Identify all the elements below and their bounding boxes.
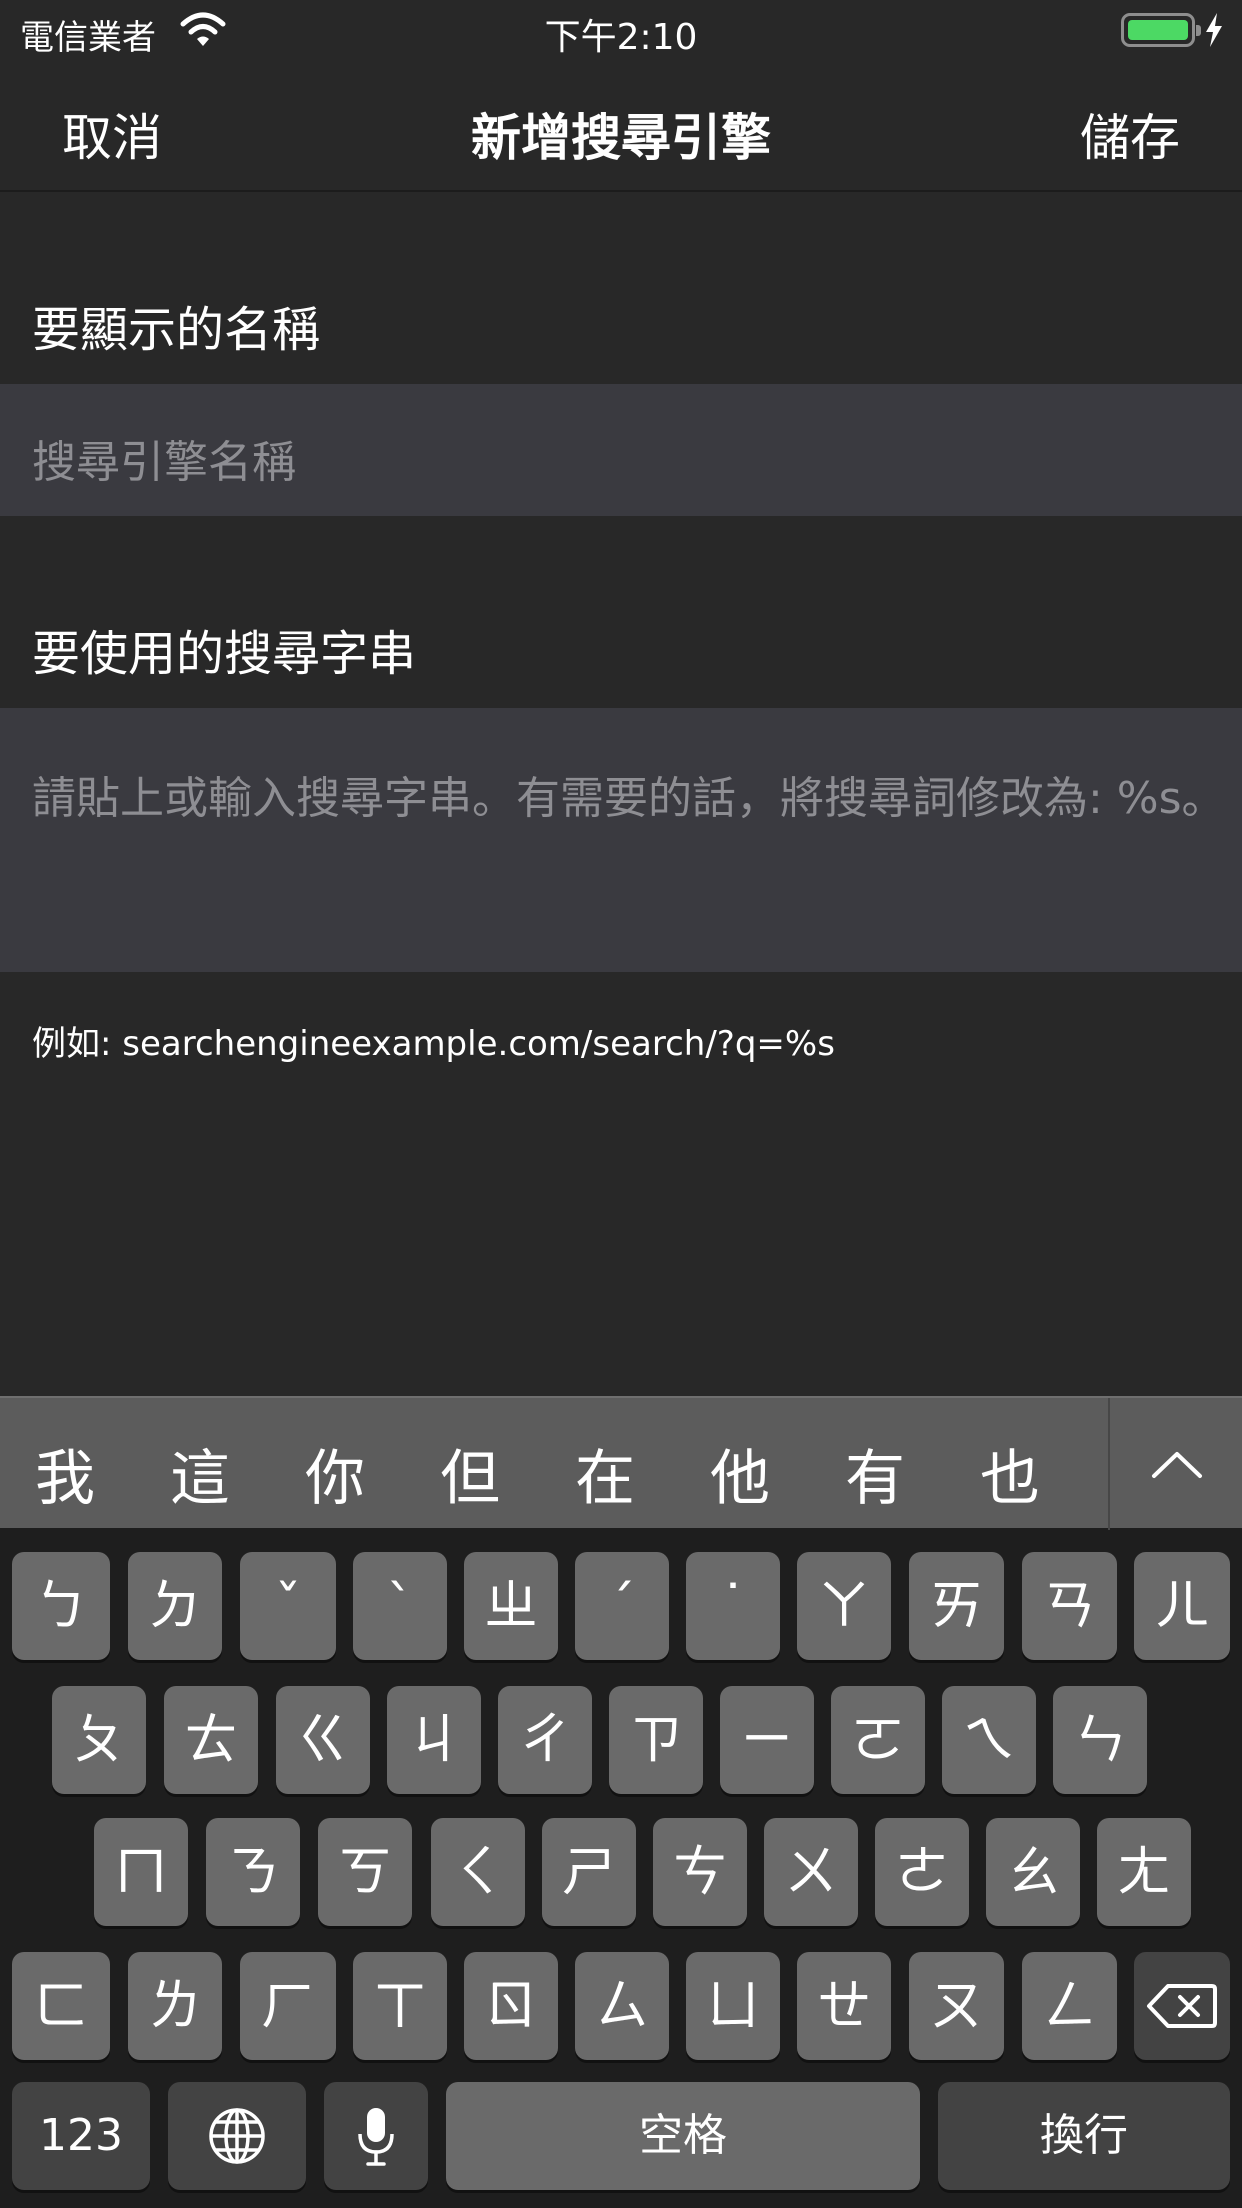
key-an[interactable]: ㄢ <box>1022 1552 1117 1660</box>
key-d[interactable]: ㄉ <box>128 1552 222 1660</box>
delete-icon <box>1147 1984 1217 2028</box>
key-u[interactable]: ㄨ <box>764 1818 858 1926</box>
key-j[interactable]: ㄐ <box>387 1686 481 1794</box>
key-ei[interactable]: ㄟ <box>942 1686 1036 1794</box>
key-q[interactable]: ㄑ <box>431 1818 525 1926</box>
key-s[interactable]: ㄙ <box>575 1952 669 2060</box>
candidate-word[interactable]: 這 <box>155 1430 245 1517</box>
key-c[interactable]: ㄘ <box>653 1818 747 1926</box>
delete-key[interactable] <box>1134 1952 1230 2060</box>
search-string-placeholder: 請貼上或輸入搜尋字串。有需要的話，將搜尋詞修改為: %s。 <box>32 773 1226 824</box>
key-l[interactable]: ㄌ <box>128 1952 222 2060</box>
search-string-example: 例如: searchengineexample.com/search/?q=%s <box>32 1024 835 1064</box>
status-time: 下午2:10 <box>544 17 698 58</box>
candidate-word[interactable]: 我 <box>20 1430 110 1517</box>
candidate-word[interactable]: 他 <box>695 1430 785 1517</box>
key-ao[interactable]: ㄠ <box>986 1818 1080 1926</box>
space-key[interactable]: 空格 <box>446 2082 920 2190</box>
key-sh[interactable]: ㄕ <box>542 1818 636 1926</box>
key-g[interactable]: ㄍ <box>276 1686 370 1794</box>
microphone-icon <box>358 2108 394 2166</box>
key-o[interactable]: ㄛ <box>831 1686 925 1794</box>
globe-key[interactable] <box>168 2082 306 2190</box>
key-h[interactable]: ㄏ <box>240 1952 336 2060</box>
key-n[interactable]: ㄋ <box>206 1818 300 1926</box>
save-button[interactable]: 儲存 <box>1080 98 1180 170</box>
key-e[interactable]: ㄜ <box>875 1818 969 1926</box>
key-t[interactable]: ㄊ <box>164 1686 258 1794</box>
key-en[interactable]: ㄣ <box>1053 1686 1147 1794</box>
key-f[interactable]: ㄈ <box>12 1952 110 2060</box>
key-tone5[interactable]: ˙ <box>686 1552 780 1660</box>
charging-bolt-icon <box>1206 13 1222 47</box>
candidate-word[interactable]: 有 <box>830 1430 920 1517</box>
key-ai[interactable]: ㄞ <box>909 1552 1004 1660</box>
key-tone3[interactable]: ˇ <box>240 1552 336 1660</box>
battery-icon <box>1121 13 1201 47</box>
candidate-divider <box>1108 1398 1110 1530</box>
globe-icon <box>209 2108 265 2164</box>
key-er[interactable]: ㄦ <box>1134 1552 1230 1660</box>
search-string-section-header: 要使用的搜尋字串 <box>32 626 417 682</box>
candidate-word[interactable]: 你 <box>290 1430 380 1517</box>
key-p[interactable]: ㄆ <box>52 1686 146 1794</box>
numbers-key[interactable]: 123 <box>12 2082 150 2190</box>
key-a[interactable]: ㄚ <box>797 1552 891 1660</box>
key-k[interactable]: ㄎ <box>318 1818 412 1926</box>
candidate-word[interactable]: 在 <box>560 1430 650 1517</box>
chevron-up-icon[interactable] <box>1150 1438 1204 1492</box>
return-key[interactable]: 換行 <box>938 2082 1230 2190</box>
key-i[interactable]: ㄧ <box>720 1686 814 1794</box>
key-eng[interactable]: ㄥ <box>1022 1952 1117 2060</box>
dictation-key[interactable] <box>324 2082 428 2190</box>
key-ang[interactable]: ㄤ <box>1097 1818 1191 1926</box>
zhuyin-keyboard: 我 這 你 但 在 他 有 也 ㄅ ㄉ ˇ ˋ ㄓ ˊ ˙ ㄚ ㄞ ㄢ ㄦ ㄆ … <box>0 1396 1242 2208</box>
key-tone2[interactable]: ˊ <box>575 1552 669 1660</box>
key-eh[interactable]: ㄝ <box>797 1952 891 2060</box>
key-z[interactable]: ㄗ <box>609 1686 703 1794</box>
navigation-bar: 取消 新增搜尋引擎 儲存 <box>0 62 1242 192</box>
candidate-word[interactable]: 也 <box>965 1430 1055 1517</box>
key-b[interactable]: ㄅ <box>12 1552 110 1660</box>
candidate-word[interactable]: 但 <box>425 1430 515 1517</box>
search-string-input[interactable]: 請貼上或輸入搜尋字串。有需要的話，將搜尋詞修改為: %s。 <box>0 708 1242 972</box>
key-ch[interactable]: ㄔ <box>498 1686 592 1794</box>
name-section-header: 要顯示的名稱 <box>32 302 321 358</box>
key-ou[interactable]: ㄡ <box>909 1952 1004 2060</box>
key-m[interactable]: ㄇ <box>94 1818 188 1926</box>
candidate-bar: 我 這 你 但 在 他 有 也 <box>0 1396 1242 1530</box>
search-engine-name-input[interactable]: 搜尋引擎名稱 <box>0 384 1242 516</box>
key-zh[interactable]: ㄓ <box>464 1552 558 1660</box>
key-yu[interactable]: ㄩ <box>686 1952 780 2060</box>
key-tone4[interactable]: ˋ <box>353 1552 447 1660</box>
page-title: 新增搜尋引擎 <box>471 109 771 167</box>
key-x[interactable]: ㄒ <box>353 1952 447 2060</box>
status-bar: 電信業者 下午2:10 <box>0 0 1242 62</box>
key-r[interactable]: ㄖ <box>464 1952 558 2060</box>
name-placeholder: 搜尋引擎名稱 <box>32 437 296 488</box>
